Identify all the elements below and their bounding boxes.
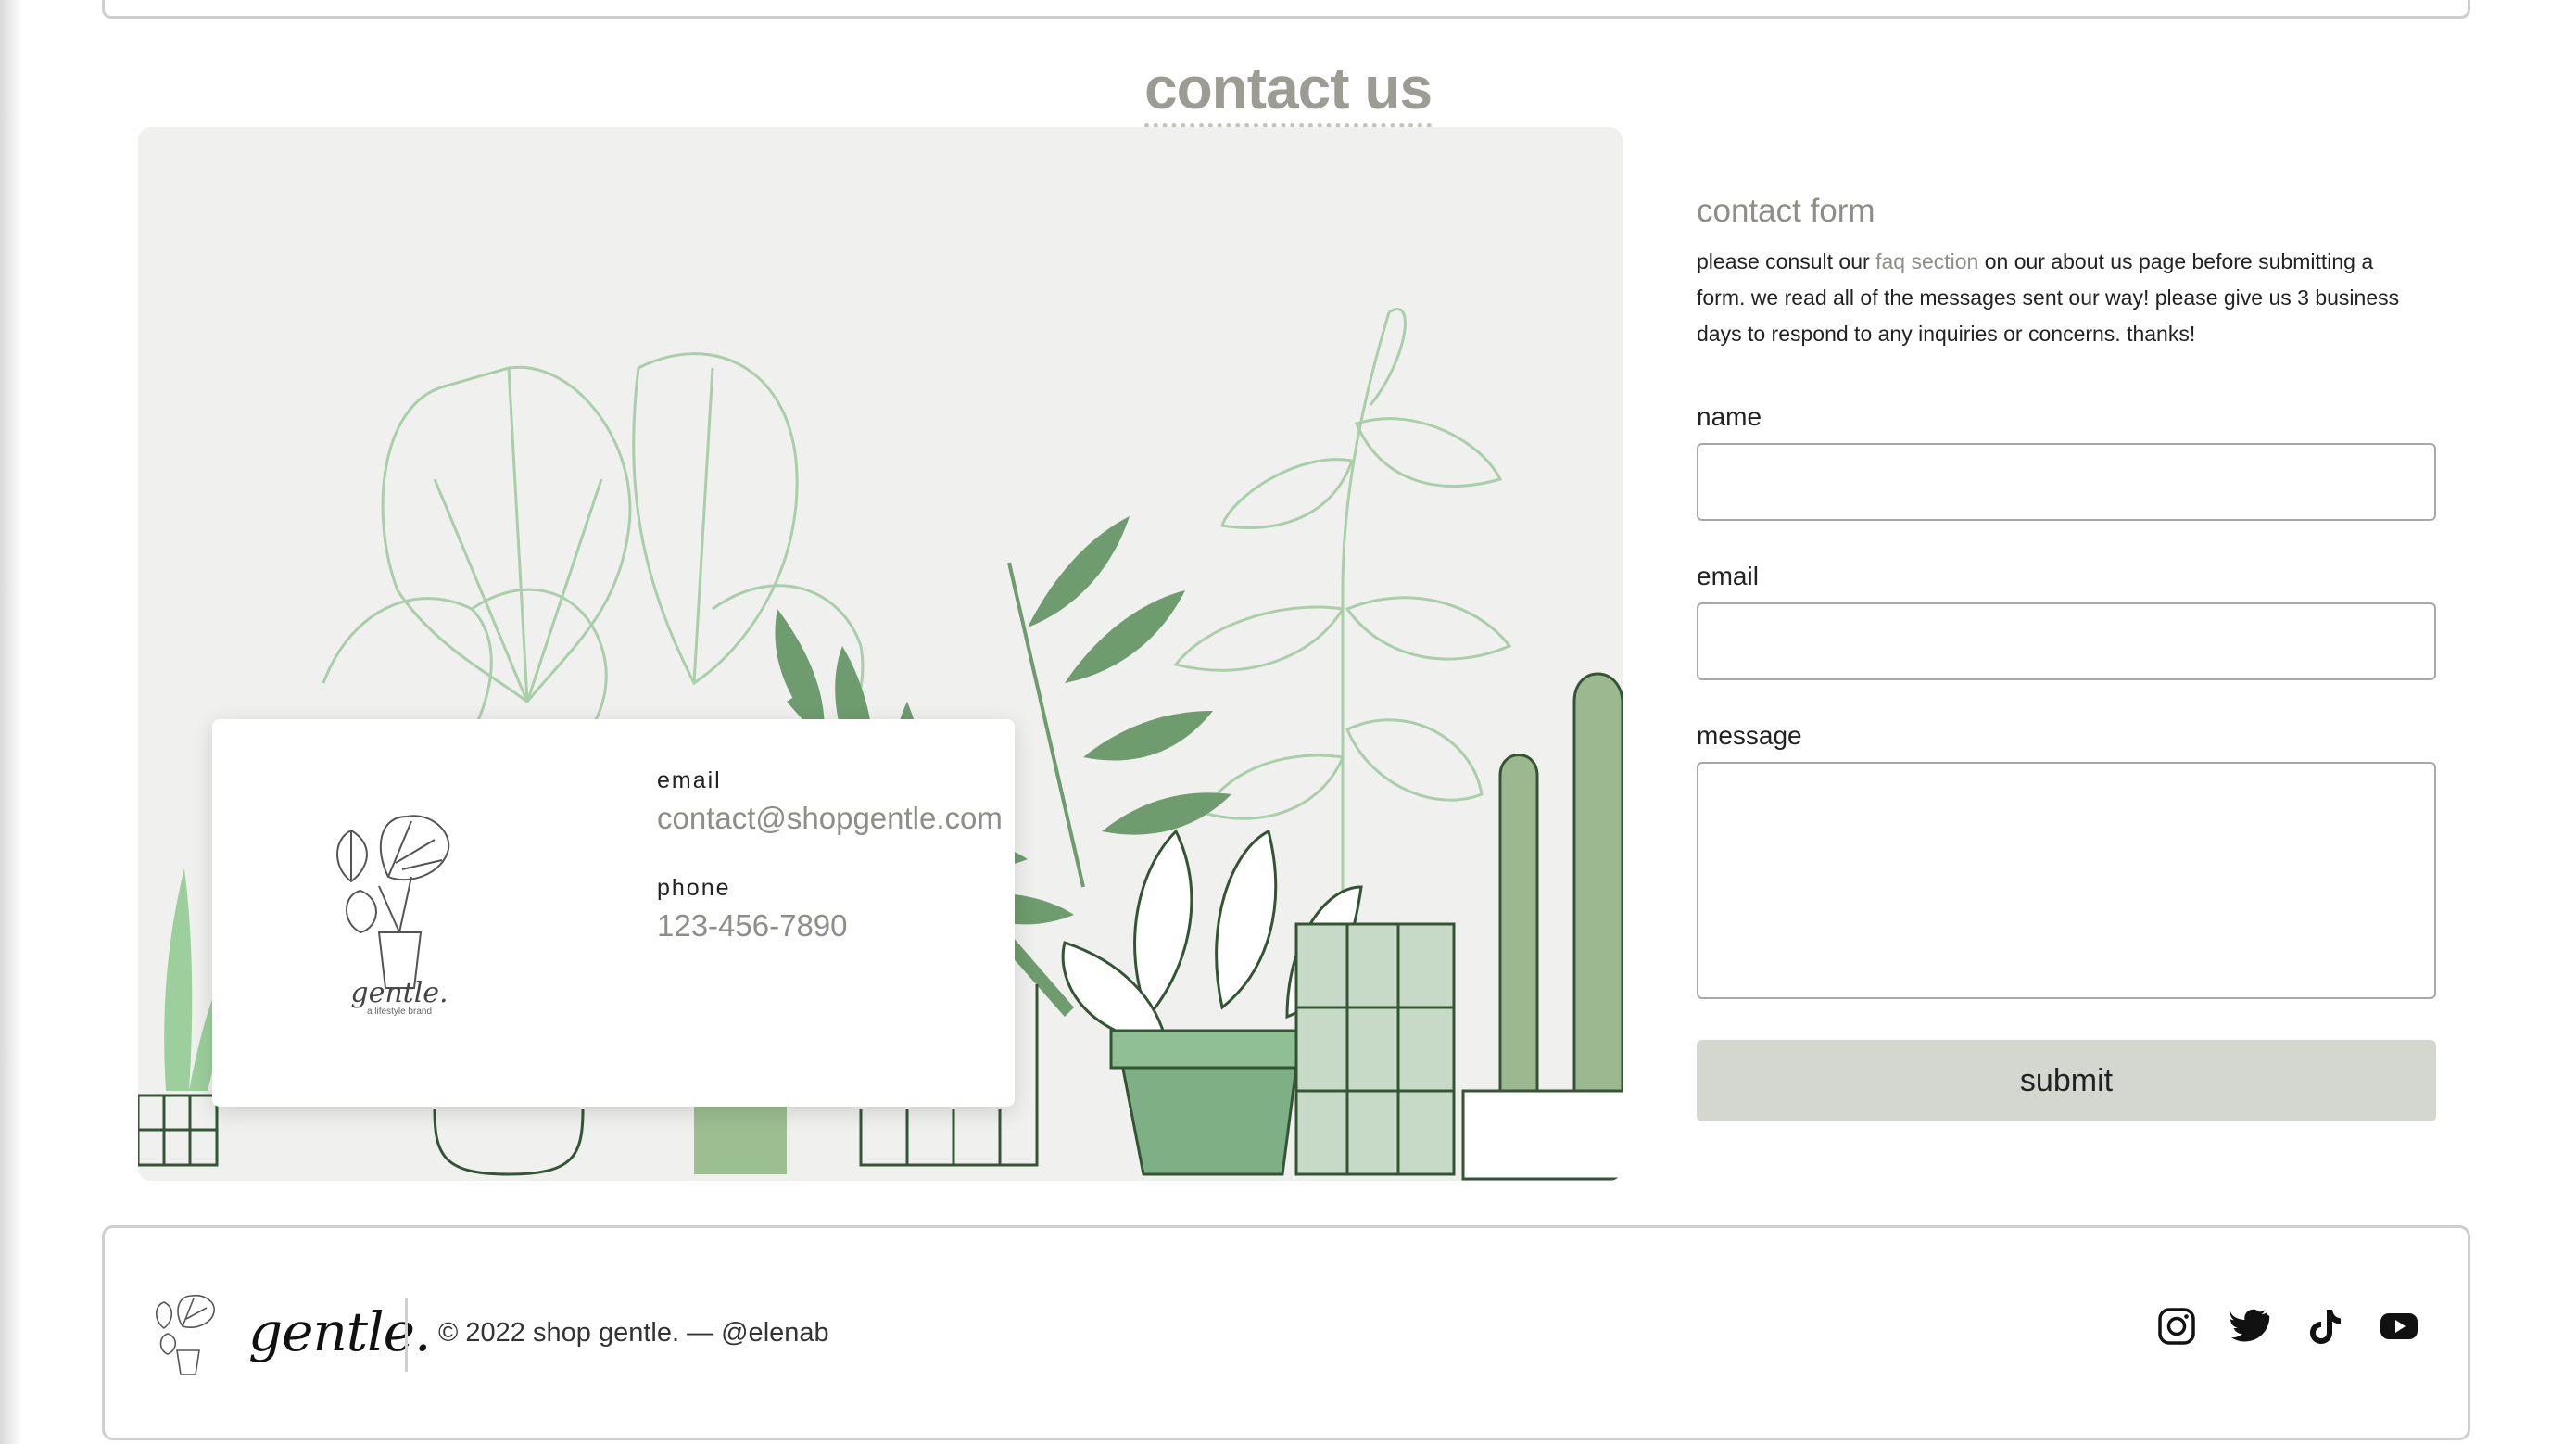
youtube-icon[interactable] — [2379, 1306, 2419, 1347]
twitter-icon[interactable] — [2230, 1306, 2271, 1347]
card-logo-wordmark: gentle. — [350, 977, 448, 1009]
header-frame-bottom-edge — [102, 0, 2470, 19]
faq-section-link[interactable]: faq section — [1875, 249, 1978, 273]
name-input[interactable] — [1697, 443, 2436, 521]
contact-info-card: gentle. a lifestyle brand email contact@… — [212, 719, 1015, 1107]
phone-value: 123-456-7890 — [657, 908, 848, 943]
footer-copyright: © 2022 shop gentle. — @elenab — [438, 1318, 829, 1348]
page-edge-shadow — [0, 0, 22, 1444]
footer-wordmark[interactable]: gentle. — [248, 1300, 431, 1363]
footer-logo-mark[interactable] — [151, 1293, 225, 1376]
email-label: email — [657, 767, 722, 793]
form-desc-before: please consult our — [1697, 249, 1876, 273]
email-value-link[interactable]: contact@shopgentle.com — [657, 801, 1003, 836]
submit-button[interactable]: submit — [1697, 1040, 2436, 1121]
message-textarea[interactable] — [1697, 762, 2436, 999]
instagram-icon[interactable] — [2156, 1306, 2197, 1347]
footer-divider — [405, 1298, 408, 1372]
message-label: message — [1697, 721, 1802, 750]
card-logo-tagline: a lifestyle brand — [367, 1007, 432, 1016]
gentle-logo-illustration: gentle. a lifestyle brand — [336, 815, 450, 1016]
footer: gentle. © 2022 shop gentle. — @elenab — [102, 1225, 2470, 1440]
page-title: contact us — [0, 54, 2576, 128]
phone-label: phone — [657, 875, 731, 901]
tiktok-icon[interactable] — [2305, 1306, 2345, 1347]
page-title-text: contact us — [1143, 55, 1433, 128]
contact-form-description: please consult our faq section on our ab… — [1697, 244, 2419, 352]
email-field-label: email — [1697, 562, 1759, 590]
name-label: name — [1697, 402, 1762, 431]
contact-form-title: contact form — [1697, 193, 1875, 229]
email-input[interactable] — [1697, 602, 2436, 680]
